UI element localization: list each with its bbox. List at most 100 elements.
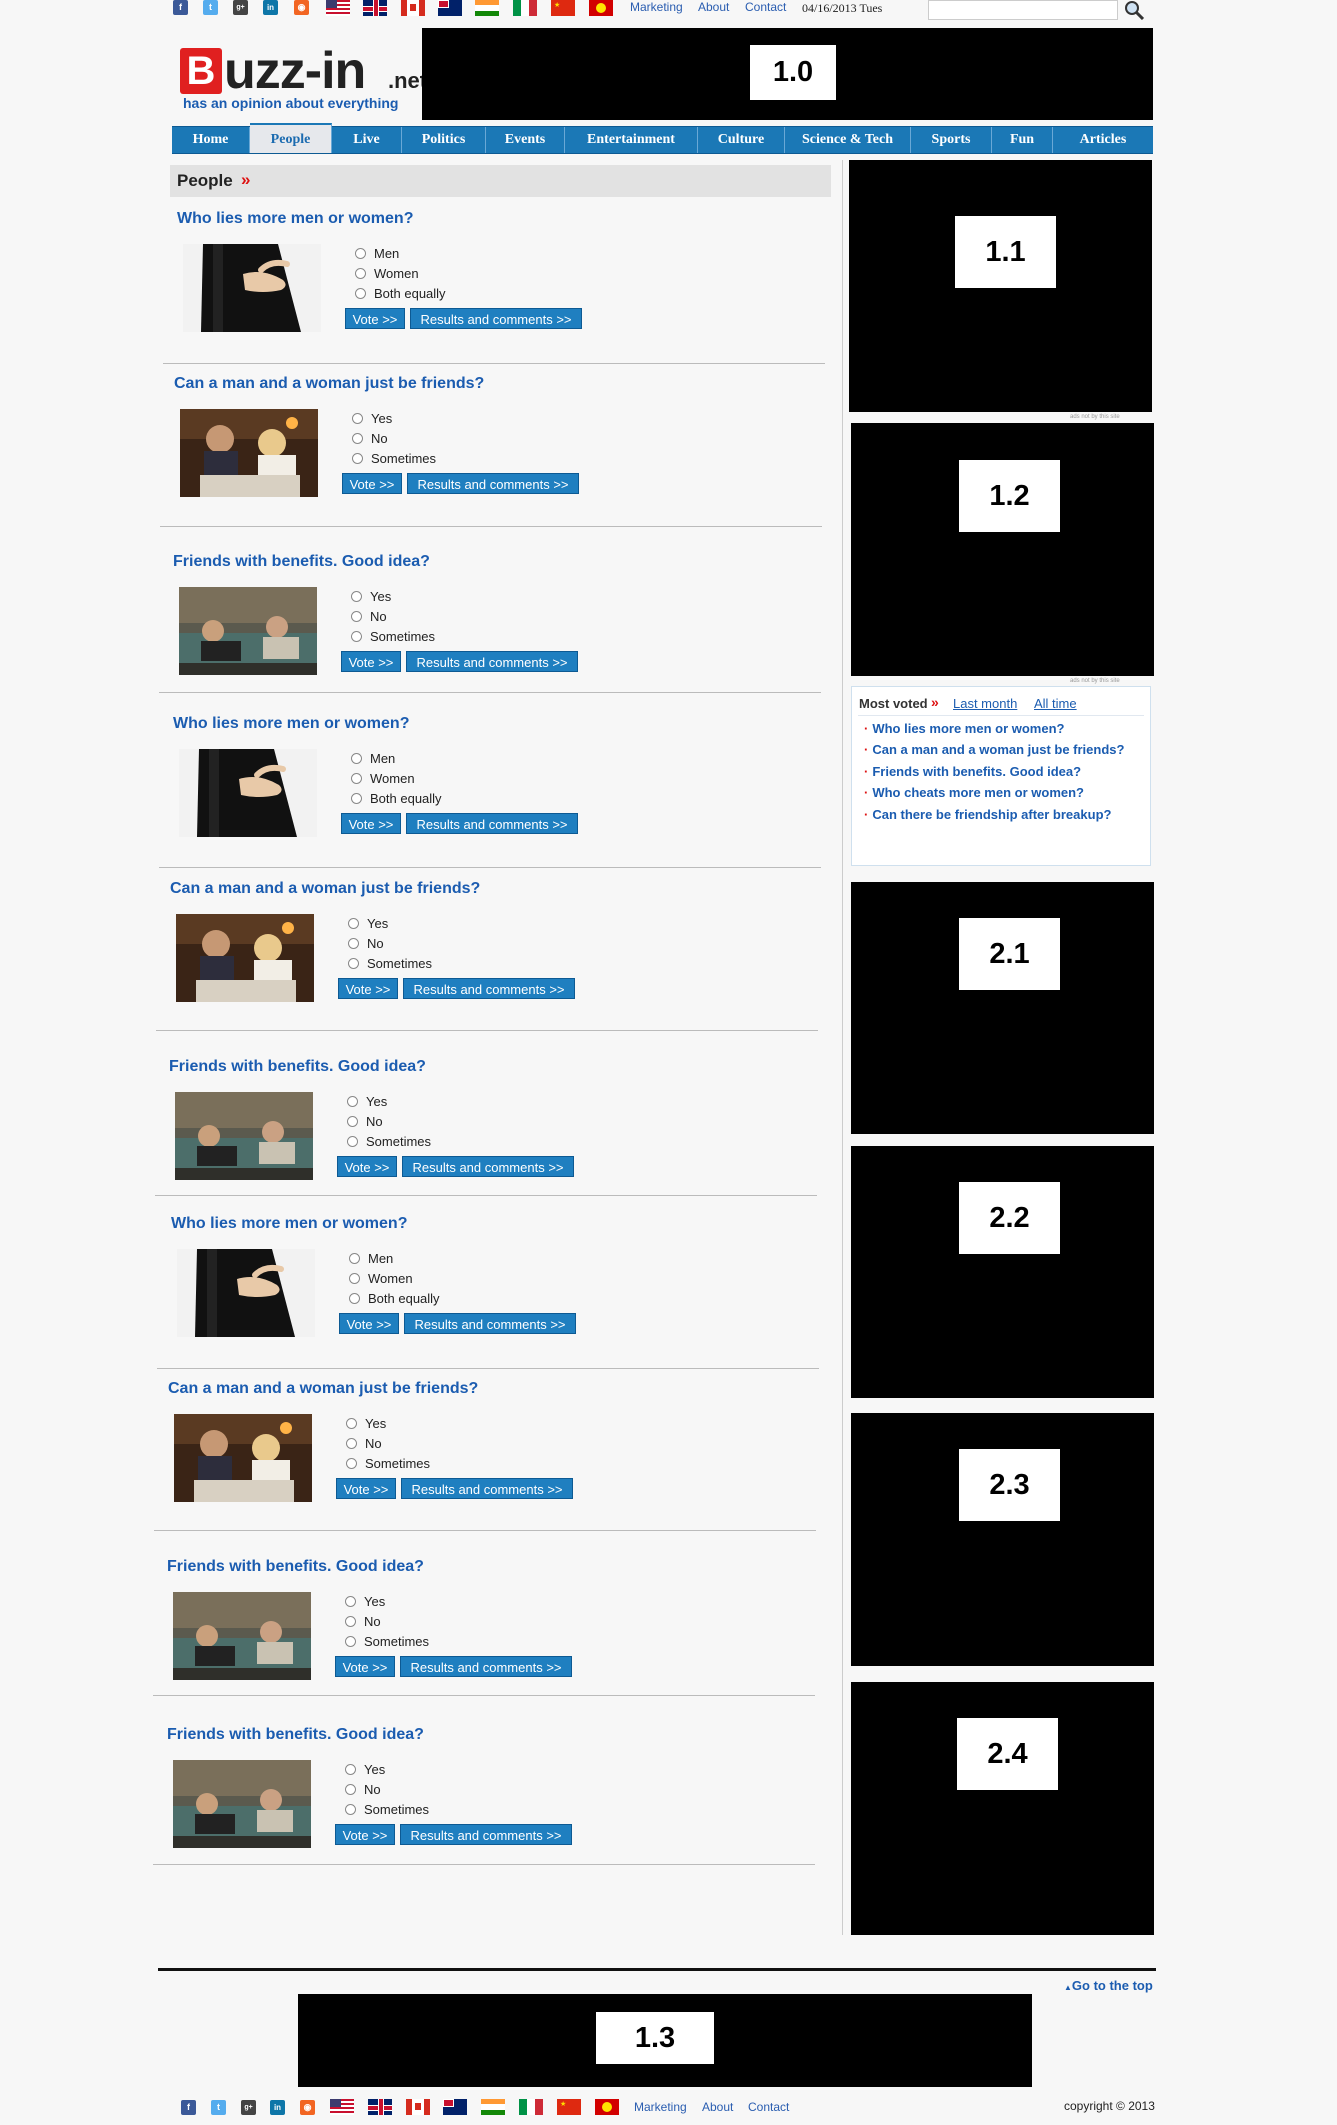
top-link-about[interactable]: About <box>698 0 729 14</box>
poll-option[interactable]: No <box>347 1114 383 1129</box>
google-plus-icon[interactable]: g+ <box>233 0 248 15</box>
radio-button[interactable] <box>351 793 362 804</box>
most-voted-item[interactable]: · Who cheats more men or women? <box>864 785 1084 800</box>
poll-option[interactable]: Sometimes <box>345 1802 429 1817</box>
most-voted-item[interactable]: · Can there be friendship after breakup? <box>864 807 1111 822</box>
ad-side-5[interactable]: 2.3 <box>851 1413 1154 1666</box>
radio-button[interactable] <box>351 631 362 642</box>
ad-banner-top[interactable]: 1.0 <box>422 28 1153 120</box>
linkedin-icon[interactable]: in <box>270 2100 285 2115</box>
crossed-fingers-image[interactable] <box>179 749 317 837</box>
poll-option[interactable]: Sometimes <box>352 451 436 466</box>
ad-side-4[interactable]: 2.2 <box>851 1146 1154 1398</box>
couple-dinner-image[interactable] <box>180 409 318 497</box>
site-logo[interactable]: B uzz-in .net has an opinion about every… <box>177 42 427 114</box>
poll-option[interactable]: No <box>346 1436 382 1451</box>
poll-question[interactable]: Who lies more men or women? <box>173 715 409 733</box>
poll-option[interactable]: No <box>351 609 387 624</box>
results-button[interactable]: Results and comments >> <box>406 651 578 672</box>
footer-link-contact[interactable]: Contact <box>748 2100 789 2114</box>
crossed-fingers-image[interactable] <box>177 1249 315 1337</box>
radio-button[interactable] <box>352 433 363 444</box>
poll-option[interactable]: Both equally <box>351 791 442 806</box>
poll-option[interactable]: Men <box>351 751 395 766</box>
results-button[interactable]: Results and comments >> <box>404 1313 576 1334</box>
radio-button[interactable] <box>351 611 362 622</box>
results-button[interactable]: Results and comments >> <box>403 978 575 999</box>
flag-canada-icon[interactable] <box>401 0 425 16</box>
radio-button[interactable] <box>351 753 362 764</box>
poll-option[interactable]: Sometimes <box>347 1134 431 1149</box>
radio-button[interactable] <box>348 938 359 949</box>
radio-button[interactable] <box>348 918 359 929</box>
poll-option[interactable]: Women <box>355 266 419 281</box>
radio-button[interactable] <box>345 1636 356 1647</box>
radio-button[interactable] <box>355 268 366 279</box>
results-button[interactable]: Results and comments >> <box>407 473 579 494</box>
most-voted-item[interactable]: · Who lies more men or women? <box>864 721 1064 736</box>
results-button[interactable]: Results and comments >> <box>406 813 578 834</box>
couple-dinner-image[interactable] <box>176 914 314 1002</box>
nav-culture[interactable]: Culture <box>698 127 785 153</box>
poll-option[interactable]: Yes <box>348 916 388 931</box>
nav-events[interactable]: Events <box>486 127 565 153</box>
facebook-icon[interactable]: f <box>181 2100 196 2115</box>
couple-sofa-image[interactable] <box>179 587 317 675</box>
results-button[interactable]: Results and comments >> <box>410 308 582 329</box>
nav-home[interactable]: Home <box>172 127 250 153</box>
flag-uk-icon[interactable] <box>368 2099 392 2115</box>
facebook-icon[interactable]: f <box>173 0 188 15</box>
flag-india-icon[interactable] <box>475 0 499 16</box>
vote-button[interactable]: Vote >> <box>339 1313 399 1334</box>
nav-articles[interactable]: Articles <box>1053 127 1153 153</box>
poll-question[interactable]: Friends with benefits. Good idea? <box>167 1558 424 1576</box>
vote-button[interactable]: Vote >> <box>335 1824 395 1845</box>
poll-question[interactable]: Who lies more men or women? <box>177 210 413 228</box>
poll-option[interactable]: Yes <box>345 1594 385 1609</box>
vote-button[interactable]: Vote >> <box>337 1156 397 1177</box>
flag-india-icon[interactable] <box>481 2099 505 2115</box>
search-input[interactable] <box>928 0 1118 20</box>
radio-button[interactable] <box>347 1116 358 1127</box>
poll-option[interactable]: Men <box>349 1251 393 1266</box>
results-button[interactable]: Results and comments >> <box>400 1656 572 1677</box>
top-link-contact[interactable]: Contact <box>745 0 786 14</box>
radio-button[interactable] <box>349 1253 360 1264</box>
ad-side-3[interactable]: 2.1 <box>851 882 1154 1134</box>
radio-button[interactable] <box>346 1458 357 1469</box>
search-icon[interactable] <box>1123 0 1145 21</box>
poll-option[interactable]: Yes <box>352 411 392 426</box>
couple-sofa-image[interactable] <box>173 1760 311 1848</box>
vote-button[interactable]: Vote >> <box>338 978 398 999</box>
flag-usa-icon[interactable] <box>330 2099 354 2115</box>
radio-button[interactable] <box>349 1273 360 1284</box>
poll-option[interactable]: Sometimes <box>348 956 432 971</box>
results-button[interactable]: Results and comments >> <box>400 1824 572 1845</box>
results-button[interactable]: Results and comments >> <box>401 1478 573 1499</box>
flag-china-icon[interactable]: ★ <box>557 2099 581 2115</box>
poll-option[interactable]: Men <box>355 246 399 261</box>
rss-icon[interactable]: ◉ <box>300 2100 315 2115</box>
nav-science-tech[interactable]: Science & Tech <box>785 127 911 153</box>
poll-option[interactable]: Yes <box>345 1762 385 1777</box>
radio-button[interactable] <box>345 1616 356 1627</box>
poll-option[interactable]: No <box>348 936 384 951</box>
footer-link-marketing[interactable]: Marketing <box>634 2100 687 2114</box>
radio-button[interactable] <box>347 1136 358 1147</box>
tab-all-time[interactable]: All time <box>1034 696 1077 711</box>
poll-option[interactable]: Women <box>349 1271 413 1286</box>
couple-sofa-image[interactable] <box>173 1592 311 1680</box>
flag-italy-icon[interactable] <box>513 0 537 16</box>
nav-fun[interactable]: Fun <box>992 127 1053 153</box>
radio-button[interactable] <box>347 1096 358 1107</box>
radio-button[interactable] <box>345 1596 356 1607</box>
twitter-icon[interactable]: t <box>211 2100 226 2115</box>
flag-macedonia-icon[interactable] <box>595 2099 619 2115</box>
poll-question[interactable]: Friends with benefits. Good idea? <box>167 1726 424 1744</box>
nav-entertainment[interactable]: Entertainment <box>565 127 698 153</box>
tab-last-month[interactable]: Last month <box>953 696 1017 711</box>
google-plus-icon[interactable]: g+ <box>241 2100 256 2115</box>
poll-question[interactable]: Who lies more men or women? <box>171 1215 407 1233</box>
ad-side-6[interactable]: 2.4 <box>851 1682 1154 1935</box>
nav-politics[interactable]: Politics <box>402 127 486 153</box>
